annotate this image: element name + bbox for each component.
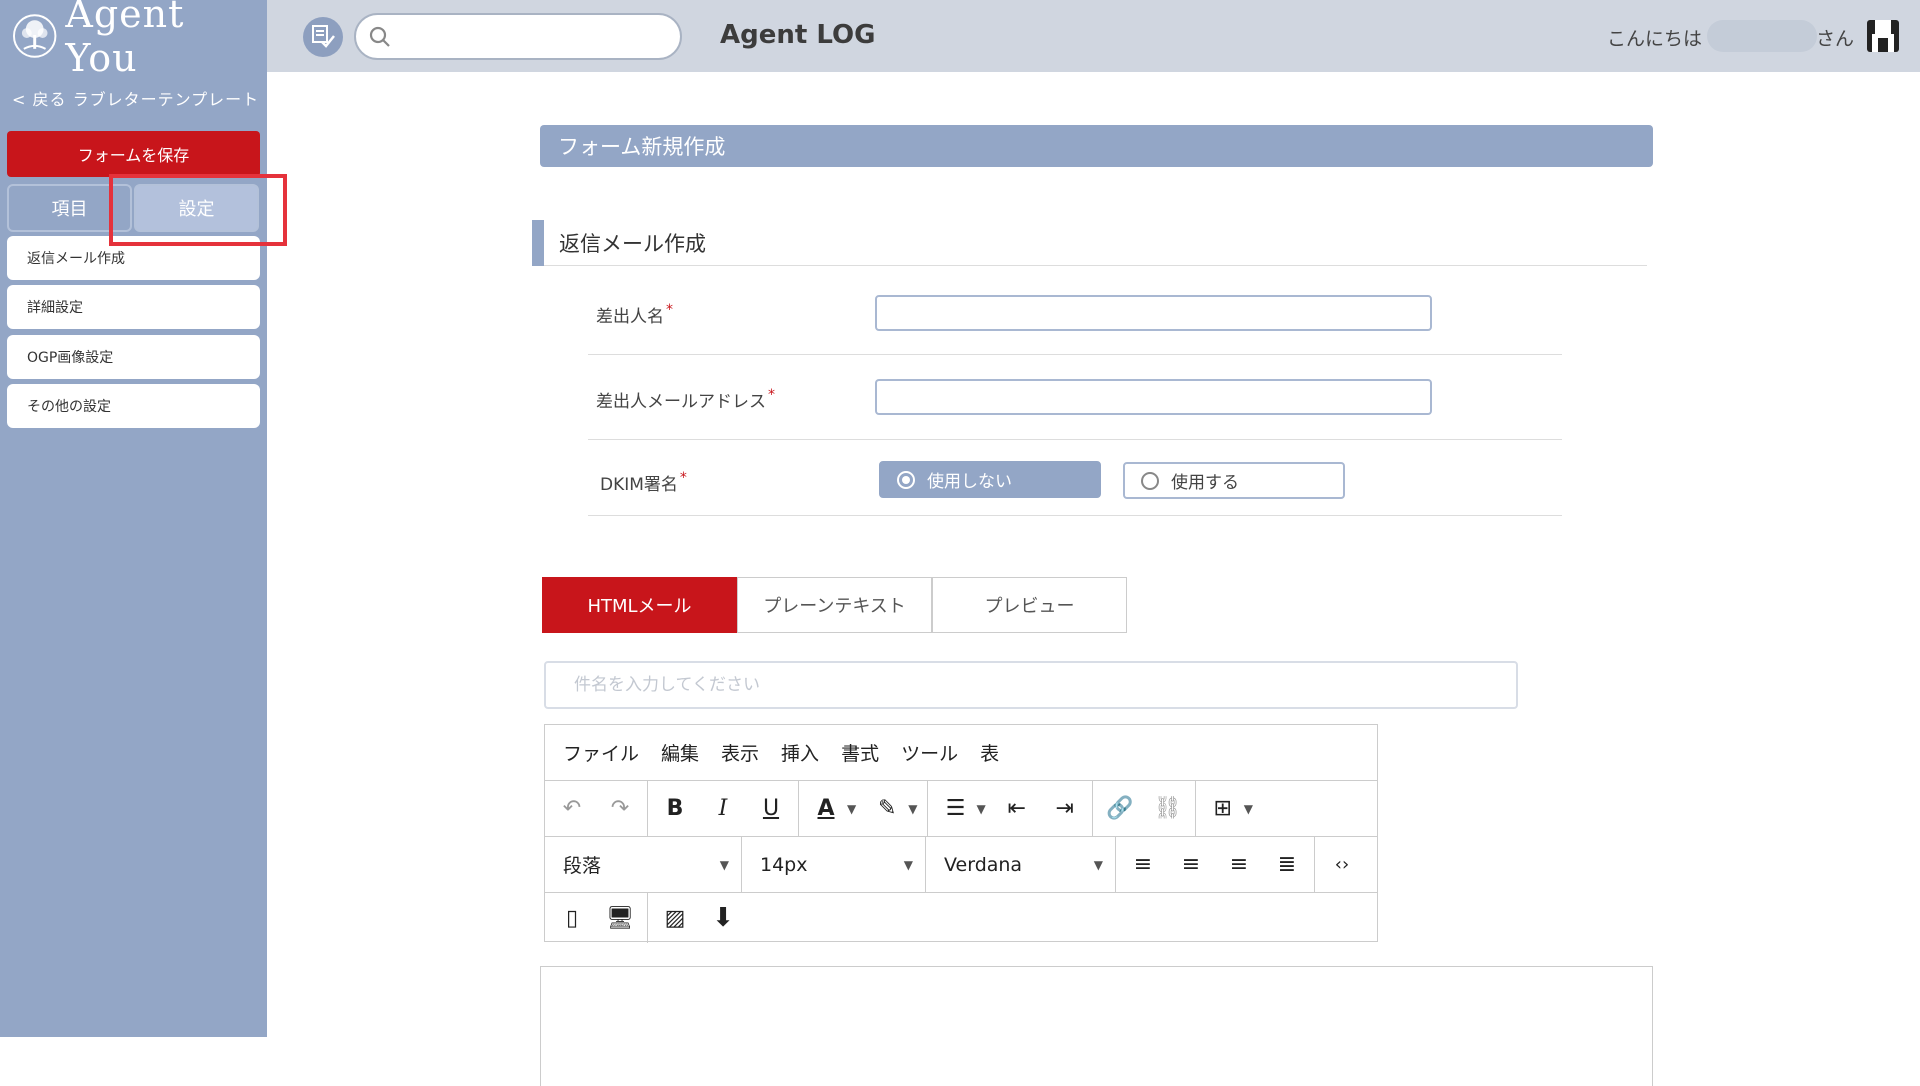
align-group: ≡ ≡ ≡ ≣ (1116, 837, 1315, 892)
required-mark: * (666, 302, 673, 318)
sidebar-item-ogp-image[interactable]: OGP画像設定 (7, 335, 260, 379)
highlight-color-icon[interactable]: ✎ (870, 792, 904, 826)
sender-email-row: 差出人メールアドレス * (588, 355, 1562, 440)
media-group: ▨ ⬇ (648, 893, 750, 943)
document-check-icon (312, 25, 335, 48)
greeting-text: こんにちは (1607, 28, 1703, 50)
align-left-icon[interactable]: ≡ (1126, 848, 1160, 882)
bold-icon[interactable]: B (658, 792, 692, 826)
chevron-down-icon[interactable]: ▼ (976, 802, 985, 816)
sidebar: Agent You < 戻る ラブレターテンプレート フォームを保存 項目 設定… (0, 0, 267, 1037)
dkim-on-radio[interactable]: 使用する (1123, 462, 1345, 499)
source-code-icon[interactable]: ‹› (1325, 848, 1359, 882)
download-arrow-icon[interactable]: ⬇ (706, 901, 740, 935)
menu-edit[interactable]: 編集 (661, 739, 699, 766)
subject-input[interactable] (544, 661, 1518, 709)
user-avatar-icon[interactable] (1863, 16, 1903, 56)
sender-name-field[interactable] (875, 295, 1432, 331)
sender-email-field[interactable] (875, 379, 1432, 415)
back-link[interactable]: < 戻る ラブレターテンプレート (12, 86, 259, 110)
honorific-text: さん (1816, 28, 1855, 50)
table-icon[interactable]: ⊞ (1206, 792, 1240, 826)
editor-content-area[interactable] (540, 966, 1653, 1086)
image-icon[interactable]: ▨ (658, 901, 692, 935)
menu-view[interactable]: 表示 (721, 739, 759, 766)
save-form-button[interactable]: フォームを保存 (7, 131, 260, 177)
italic-icon[interactable]: I (706, 792, 740, 826)
align-center-icon[interactable]: ≡ (1174, 848, 1208, 882)
font-size-select[interactable]: 14px ▼ (742, 837, 926, 892)
align-justify-icon[interactable]: ≣ (1270, 848, 1304, 882)
text-style-group: B I U (648, 781, 799, 836)
log-check-icon[interactable] (303, 17, 343, 57)
dkim-row: DKIM署名 * 使用しない 使用する (588, 440, 1562, 516)
chevron-down-icon[interactable]: ▼ (1244, 802, 1253, 816)
link-group: 🔗 ⛓ (1093, 781, 1196, 836)
toolbar-row-3: ▯ 🖥 ▨ ⬇ (545, 893, 1377, 943)
underline-icon[interactable]: U (754, 792, 788, 826)
toolbar-row-2: 段落 ▼ 14px ▼ Verdana ▼ ≡ ≡ ≡ ≣ ‹› (545, 837, 1377, 893)
rich-text-editor: ファイル 編集 表示 挿入 書式 ツール 表 ↶ ↷ B I U A ▼ ✎ ▼… (544, 724, 1378, 943)
list-group: ☰ ▼ ⇤ ⇥ (928, 781, 1093, 836)
text-color-icon[interactable]: A (809, 792, 843, 826)
tree-logo-icon (12, 14, 57, 58)
dkim-label: DKIM署名 * (600, 470, 687, 495)
radio-unselected-icon (1141, 471, 1159, 490)
tab-plain-text[interactable]: プレーンテキスト (737, 577, 932, 633)
menu-format[interactable]: 書式 (841, 739, 879, 766)
undo-icon[interactable]: ↶ (555, 792, 589, 826)
tab-html-mail[interactable]: HTMLメール (542, 577, 737, 633)
search-icon (369, 26, 390, 47)
chevron-down-icon[interactable]: ▼ (847, 802, 856, 816)
preview-device-group: ▯ 🖥 (545, 893, 648, 943)
app-title: Agent LOG (720, 20, 876, 50)
align-right-icon[interactable]: ≡ (1222, 848, 1256, 882)
unlink-icon[interactable]: ⛓ (1151, 792, 1185, 826)
sender-name-row: 差出人名 * (588, 285, 1562, 355)
search-box[interactable] (354, 13, 682, 60)
section-subheading: 返信メール作成 (532, 220, 1647, 266)
dkim-off-radio[interactable]: 使用しない (879, 461, 1101, 498)
link-icon[interactable]: 🔗 (1103, 792, 1137, 826)
brand-name: Agent You (65, 0, 185, 80)
block-format-select[interactable]: 段落 ▼ (545, 837, 742, 892)
menu-tools[interactable]: ツール (901, 739, 958, 766)
sidebar-item-detail-settings[interactable]: 詳細設定 (7, 285, 260, 329)
top-bar: Agent LOG こんにちは さん (267, 0, 1920, 72)
username-redacted (1707, 20, 1817, 52)
toolbar-row-1: ↶ ↷ B I U A ▼ ✎ ▼ ☰ ▼ ⇤ ⇥ 🔗 ⛓ ⊞ ▼ (545, 781, 1377, 837)
table-group: ⊞ ▼ (1196, 781, 1263, 836)
font-family-select[interactable]: Verdana ▼ (926, 837, 1116, 892)
required-mark: * (679, 470, 687, 486)
outdent-icon[interactable]: ⇤ (1000, 792, 1034, 826)
desktop-preview-icon[interactable]: 🖥 (603, 901, 637, 935)
radio-selected-icon (897, 470, 915, 489)
sender-email-label: 差出人メールアドレス * (596, 387, 775, 412)
sender-name-label: 差出人名 * (596, 302, 673, 327)
page-title: フォーム新規作成 (540, 125, 1653, 167)
redo-icon[interactable]: ↷ (603, 792, 637, 826)
chevron-down-icon: ▼ (719, 857, 729, 872)
bullet-list-icon[interactable]: ☰ (938, 792, 972, 826)
mobile-preview-icon[interactable]: ▯ (555, 901, 589, 935)
search-input[interactable] (400, 23, 670, 51)
menu-table[interactable]: 表 (980, 739, 999, 766)
chevron-down-icon[interactable]: ▼ (908, 802, 917, 816)
sidebar-item-other-settings[interactable]: その他の設定 (7, 384, 260, 428)
subheading-accent-bar (532, 220, 544, 266)
subheading-text: 返信メール作成 (559, 232, 706, 256)
color-group: A ▼ ✎ ▼ (799, 781, 929, 836)
chevron-down-icon: ▼ (903, 857, 913, 872)
highlight-box (109, 174, 287, 246)
menu-file[interactable]: ファイル (563, 739, 639, 766)
history-group: ↶ ↷ (545, 781, 648, 836)
brand-logo[interactable]: Agent You (12, 0, 267, 80)
indent-icon[interactable]: ⇥ (1048, 792, 1082, 826)
tab-preview[interactable]: プレビュー (932, 577, 1127, 633)
editor-menubar: ファイル 編集 表示 挿入 書式 ツール 表 (545, 725, 1377, 781)
required-mark: * (768, 387, 775, 403)
chevron-down-icon: ▼ (1093, 857, 1103, 872)
code-group: ‹› (1315, 837, 1369, 892)
menu-insert[interactable]: 挿入 (781, 739, 819, 766)
